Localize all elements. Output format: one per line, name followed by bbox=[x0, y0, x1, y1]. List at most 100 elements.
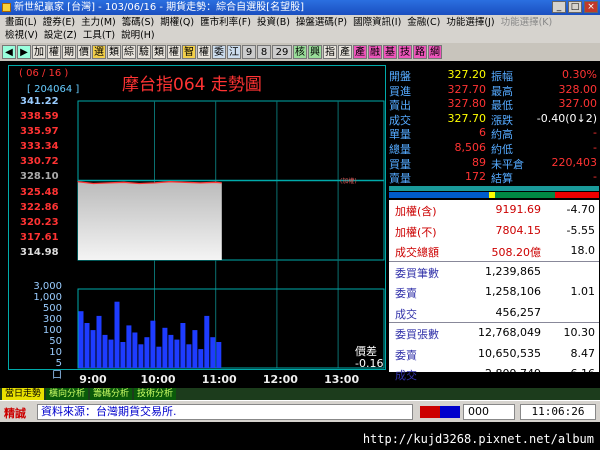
volume-tick-label: 500 bbox=[42, 303, 62, 314]
volume-tick-label: 1,000 bbox=[33, 292, 62, 303]
stat-value: 456,257 bbox=[495, 305, 542, 319]
price-diff-value: -0.16 bbox=[355, 357, 384, 370]
quote-row: 成交 327.70 漲跌 -0.40(0↓2) bbox=[389, 112, 599, 127]
stat-change: 18.0 bbox=[570, 244, 596, 257]
price-tick-label: 338.59 bbox=[20, 111, 59, 122]
stat-row: 成交 2,809,749 6.16 bbox=[389, 364, 599, 385]
quote-label: 賣出 bbox=[389, 99, 411, 113]
time-tick-label: 9:00 bbox=[79, 373, 107, 386]
view-tab[interactable]: 當日走勢 bbox=[2, 388, 45, 400]
price-tick-label: 317.61 bbox=[20, 232, 59, 243]
view-tab[interactable]: 籌碼分析 bbox=[90, 388, 133, 400]
stat-label: 委賣 bbox=[395, 348, 417, 362]
stock-code-input[interactable]: 000 bbox=[463, 404, 515, 420]
quote-value: 327.80 bbox=[447, 97, 487, 111]
watermark: http://kujd3268.pixnet.net/album bbox=[362, 432, 594, 446]
quote-label: 賣量 bbox=[389, 172, 411, 186]
stat-change: 6.16 bbox=[570, 367, 596, 380]
stat-change: -5.55 bbox=[566, 223, 595, 237]
quote-label: 總量 bbox=[389, 142, 411, 156]
price-tick-label: 341.22 bbox=[20, 96, 59, 107]
stat-change: -4.70 bbox=[566, 203, 595, 216]
volume-tick-label: 3,000 bbox=[33, 281, 62, 292]
quote-value: 0.30% bbox=[562, 68, 597, 81]
price-tick-label: 314.98 bbox=[20, 247, 59, 258]
stat-row: 成交總額 508.20億 18.0 bbox=[389, 241, 599, 262]
volume-tick-label: 300 bbox=[42, 314, 62, 325]
view-tab[interactable]: 橫向分析 bbox=[46, 388, 89, 400]
quote-value: -0.40(0↓2) bbox=[536, 111, 597, 125]
quote-label: 買進 bbox=[389, 84, 411, 98]
connection-indicator bbox=[420, 406, 460, 418]
volume-tick-label: 50 bbox=[49, 336, 62, 347]
quote-value: - bbox=[593, 170, 597, 184]
time-tick-label: 10:00 bbox=[140, 373, 176, 386]
stat-row: 委賣 10,650,535 8.47 bbox=[389, 344, 599, 365]
stat-value: 1,258,106 bbox=[485, 285, 541, 298]
clock: 11:06:26 bbox=[520, 404, 596, 420]
price-tick-label: 333.34 bbox=[20, 141, 59, 152]
quote-value: 220,403 bbox=[551, 155, 598, 169]
quote-label: 振幅 bbox=[491, 70, 513, 83]
volume-tick-label: 口 bbox=[52, 370, 62, 381]
quote-value: 327.20 bbox=[447, 68, 487, 81]
price-tick-label: 325.48 bbox=[20, 187, 59, 198]
quote-label: 買量 bbox=[389, 157, 411, 171]
price-tick-label: 335.97 bbox=[20, 126, 59, 137]
volume-tick-label: 100 bbox=[42, 325, 62, 336]
stat-row: 成交 456,257 bbox=[389, 303, 599, 323]
stat-label: 成交總額 bbox=[395, 246, 439, 259]
quote-row: 單量 6 約高 - bbox=[389, 126, 599, 141]
stat-value: 1,239,865 bbox=[485, 264, 541, 278]
status-brand: 精誠 bbox=[4, 407, 26, 420]
quote-value: 328.00 bbox=[558, 82, 598, 96]
stat-label: 委買筆數 bbox=[395, 266, 439, 280]
quote-row: 賣量 172 結算 - bbox=[389, 170, 599, 185]
time-tick-label: 13:00 bbox=[324, 373, 360, 386]
view-tab[interactable]: 技術分析 bbox=[134, 388, 177, 400]
quote-value: 6 bbox=[479, 126, 486, 140]
stat-label: 委買張數 bbox=[395, 328, 439, 341]
stat-row: 委賣 1,258,106 1.01 bbox=[389, 282, 599, 303]
bid-ask-strip bbox=[389, 186, 599, 198]
quote-label: 成交 bbox=[389, 113, 411, 127]
stat-label: 成交 bbox=[395, 307, 417, 321]
price-tick-label: 328.10 bbox=[20, 171, 59, 182]
quote-value: - bbox=[593, 140, 597, 154]
status-bar: 精誠 資料來源：台灣期貨交易所. 000 11:06:26 bbox=[0, 400, 600, 422]
stat-label: 加權(含) bbox=[395, 205, 437, 218]
quote-value: - bbox=[593, 126, 597, 140]
stat-value: 12,768,049 bbox=[478, 326, 541, 339]
stat-value: 508.20億 bbox=[491, 246, 542, 259]
quote-label: 漲跌 bbox=[491, 113, 513, 127]
quote-panel: 開盤 327.20 振幅 0.30% 買進 327.70 最高 328.00 賣出 327.80 最… bbox=[389, 68, 599, 185]
stat-label: 委賣 bbox=[395, 287, 417, 300]
time-tick-label: 11:00 bbox=[201, 373, 237, 386]
stat-change: 1.01 bbox=[570, 285, 596, 298]
quote-label: 結算 bbox=[491, 172, 513, 186]
stat-value: 9191.69 bbox=[495, 203, 542, 216]
quote-label: 未平倉 bbox=[491, 157, 524, 171]
price-tick-label: 330.72 bbox=[20, 156, 59, 167]
stat-value: 7804.15 bbox=[495, 223, 542, 237]
view-tabs: 當日走勢 橫向分析 籌碼分析 技術分析 bbox=[0, 388, 600, 400]
avg-tag: (加權) bbox=[340, 178, 357, 185]
quote-row: 買量 89 未平倉 220,403 bbox=[389, 156, 599, 171]
quote-value: 8,506 bbox=[454, 140, 487, 154]
stat-row: 委買筆數 1,239,865 bbox=[389, 262, 599, 283]
quote-row: 總量 8,506 約低 - bbox=[389, 141, 599, 156]
chart-date: ( 06 / 16 ) bbox=[19, 68, 69, 79]
quote-label: 約高 bbox=[491, 128, 513, 142]
stat-label: 成交 bbox=[395, 369, 417, 382]
stat-label: 加權(不) bbox=[395, 225, 437, 239]
chart-title: 摩台指064 走勢圖 bbox=[122, 75, 262, 95]
price-tick-label: 322.86 bbox=[20, 202, 59, 213]
data-source-text: 資料來源：台灣期貨交易所. bbox=[37, 404, 413, 420]
quote-row: 買進 327.70 最高 328.00 bbox=[389, 83, 599, 98]
quote-label: 最高 bbox=[491, 84, 513, 98]
quote-label: 開盤 bbox=[389, 70, 411, 83]
quote-row: 開盤 327.20 振幅 0.30% bbox=[389, 68, 599, 83]
quote-value: 327.70 bbox=[447, 82, 487, 96]
quote-value: 327.70 bbox=[447, 111, 487, 125]
quote-label: 單量 bbox=[389, 128, 411, 142]
